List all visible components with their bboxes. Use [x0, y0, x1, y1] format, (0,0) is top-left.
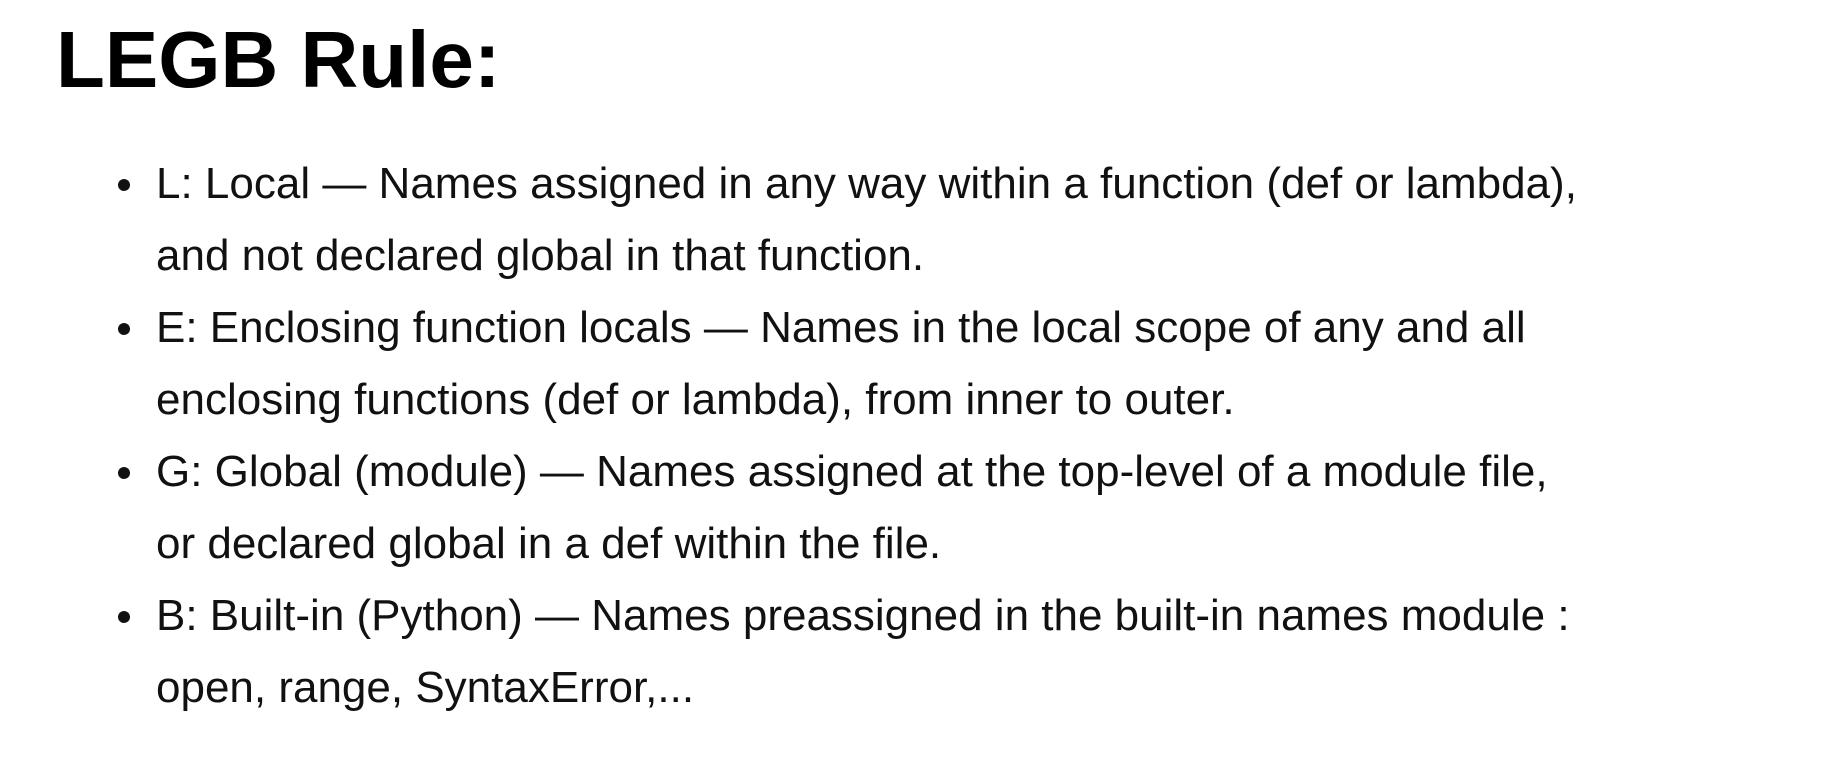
bullet-text-line: E: Enclosing function locals — Names in … [156, 303, 1526, 352]
bullet-item-builtin: B: Built-in (Python) — Names preassigned… [112, 580, 1812, 724]
bullet-dot-icon [118, 611, 130, 623]
bullet-text-line: enclosing functions (def or lambda), fro… [156, 375, 1235, 424]
page-title: LEGB Rule: [56, 15, 501, 104]
bullet-list: L: Local — Names assigned in any way wit… [112, 148, 1812, 724]
bullet-dot-icon [118, 179, 130, 191]
bullet-text-line: G: Global (module) — Names assigned at t… [156, 447, 1548, 496]
slide: LEGB Rule: L: Local — Names assigned in … [0, 0, 1846, 758]
bullet-dot-icon [118, 323, 130, 335]
bullet-item-local: L: Local — Names assigned in any way wit… [112, 148, 1812, 292]
bullet-text-line: open, range, SyntaxError,... [156, 663, 695, 712]
bullet-text-line: B: Built-in (Python) — Names preassigned… [156, 591, 1570, 640]
bullet-item-enclosing: E: Enclosing function locals — Names in … [112, 292, 1812, 436]
bullet-dot-icon [118, 467, 130, 479]
bullet-text-line: L: Local — Names assigned in any way wit… [156, 159, 1577, 208]
bullet-text-line: or declared global in a def within the f… [156, 519, 942, 568]
bullet-item-global: G: Global (module) — Names assigned at t… [112, 436, 1812, 580]
bullet-text-line: and not declared global in that function… [156, 231, 925, 280]
